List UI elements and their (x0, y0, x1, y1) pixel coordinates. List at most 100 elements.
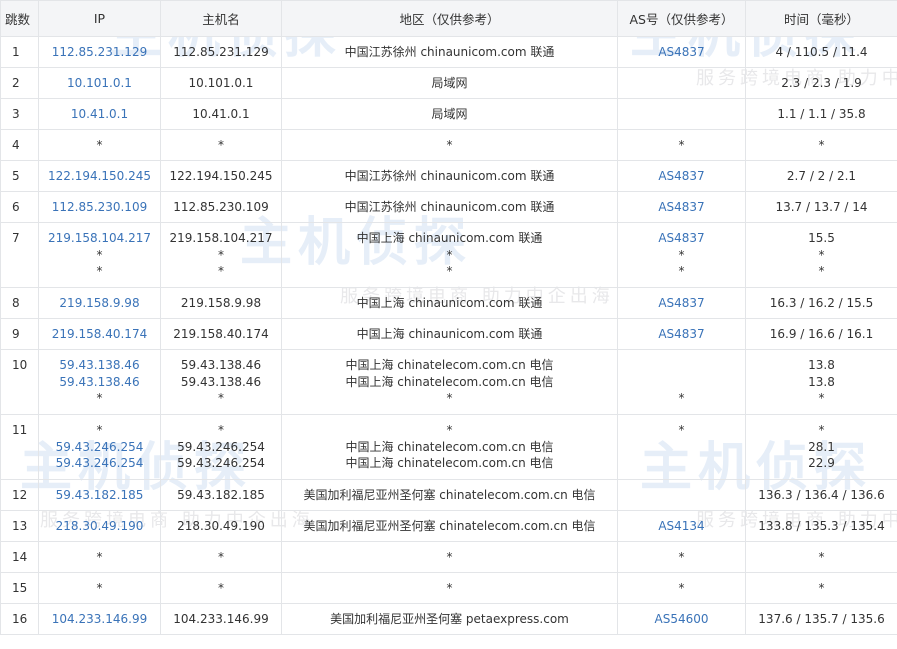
table-header: 跳数 IP 主机名 地区（仅供参考） AS号（仅供参考） 时间（毫秒） (0, 0, 897, 37)
time-value: 16.9 / 16.6 / 16.1 (769, 327, 874, 341)
traceroute-table: 跳数 IP 主机名 地区（仅供参考） AS号（仅供参考） 时间（毫秒） 1 112… (0, 0, 897, 635)
as-value[interactable]: AS4134 (618, 518, 745, 535)
region-value: 中国上海 chinatelecom.com.cn 电信 (345, 358, 554, 372)
ip-value: * (96, 423, 103, 437)
region-value: * (446, 247, 453, 262)
region-cell: 中国江苏徐州 chinaunicom.com 联通 (281, 36, 618, 68)
host-value: 59.43.246.254 (177, 439, 265, 454)
hop-number: 3 (12, 107, 20, 121)
as-value: * (678, 550, 685, 564)
host-value: * (218, 247, 224, 262)
as-cell: AS4134 (617, 510, 746, 542)
time-cell: 16.3 / 16.2 / 15.5 (745, 287, 897, 319)
ip-cell: 10.101.0.1 (38, 67, 161, 99)
region-cell: * (281, 541, 618, 573)
hop-cell: 10 (0, 349, 39, 415)
ip-cell: 59.43.138.46 59.43.138.46 * (38, 349, 161, 415)
time-value: 13.8 (808, 358, 835, 372)
ip-value[interactable]: 59.43.182.185 (39, 487, 160, 504)
time-cell: * (745, 572, 897, 604)
time-value: 2.3 / 2.3 / 1.9 (781, 76, 862, 90)
hop-cell: 2 (0, 67, 39, 99)
region-value: 美国加利福尼亚州圣何塞 chinatelecom.com.cn 电信 (303, 519, 596, 533)
ip-cell: 59.43.182.185 (38, 479, 161, 511)
as-value[interactable]: AS4837 (618, 199, 745, 216)
as-value[interactable]: AS4837 (618, 44, 745, 61)
ip-value[interactable]: 59.43.246.254 (39, 439, 160, 456)
as-value (618, 75, 745, 92)
hop-cell: 15 (0, 572, 39, 604)
ip-value[interactable]: 112.85.231.129 (39, 44, 160, 61)
region-cell: 中国上海 chinatelecom.com.cn 电信 中国上海 chinatel… (281, 349, 618, 415)
ip-value[interactable]: 59.43.138.46 (39, 374, 160, 391)
time-value: 28.1 (808, 439, 835, 454)
hop-number: 11 (12, 423, 28, 437)
as-value: * (678, 391, 685, 405)
as-cell: AS4837 (617, 287, 746, 319)
ip-cell: * (38, 541, 161, 573)
hop-cell: 7 (0, 222, 39, 288)
time-cell: * 28.1 22.9 (745, 414, 897, 480)
ip-cell: 112.85.231.129 (38, 36, 161, 68)
hop-number: 12 (12, 488, 28, 502)
ip-value[interactable]: 59.43.138.46 (39, 357, 160, 374)
hop-cell: 11 (0, 414, 39, 480)
ip-value[interactable]: 122.194.150.245 (39, 168, 160, 185)
ip-cell: 122.194.150.245 (38, 160, 161, 192)
ip-cell: * 59.43.246.254 59.43.246.254 (38, 414, 161, 480)
ip-value[interactable]: 219.158.9.98 (39, 295, 160, 312)
host-cell: * 59.43.246.254 59.43.246.254 (160, 414, 282, 480)
hop-number: 1 (12, 45, 20, 59)
as-cell: AS4837 (617, 160, 746, 192)
time-value: * (818, 423, 825, 437)
host-value: 104.233.146.99 (173, 612, 269, 626)
host-cell: 104.233.146.99 (160, 603, 282, 635)
hop-number: 6 (12, 200, 20, 214)
ip-value[interactable]: 10.101.0.1 (39, 75, 160, 92)
as-value[interactable]: AS4837 (618, 168, 745, 185)
host-value: * (218, 581, 224, 595)
host-value: 219.158.40.174 (173, 327, 269, 341)
ip-cell: 104.233.146.99 (38, 603, 161, 635)
as-value (618, 439, 745, 456)
time-cell: 136.3 / 136.4 / 136.6 (745, 479, 897, 511)
host-value: 59.43.246.254 (177, 456, 265, 470)
ip-value: * (96, 247, 103, 262)
as-value[interactable]: AS4837 (618, 295, 745, 312)
ip-value[interactable]: 59.43.246.254 (39, 455, 160, 472)
header-hop: 跳数 (0, 0, 39, 37)
hop-number: 4 (12, 138, 20, 152)
table-row: 3 10.41.0.1 10.41.0.1 局域网 1.1 / 1.1 / 35.8 (0, 98, 897, 130)
ip-value[interactable]: 104.233.146.99 (39, 611, 160, 628)
ip-value[interactable]: 112.85.230.109 (39, 199, 160, 216)
time-value: 2.7 / 2 / 2.1 (786, 169, 857, 183)
time-value: 13.7 / 13.7 / 14 (775, 200, 868, 214)
host-value: * (218, 138, 224, 152)
table-row: 2 10.101.0.1 10.101.0.1 局域网 2.3 / 2.3 / 1.9 (0, 67, 897, 99)
region-value: 中国上海 chinaunicom.com 联通 (356, 231, 543, 245)
time-cell: * (745, 129, 897, 161)
host-value: 122.194.150.245 (169, 169, 273, 183)
ip-cell: 10.41.0.1 (38, 98, 161, 130)
time-value: 137.6 / 135.7 / 135.6 (758, 612, 885, 626)
as-value[interactable]: AS4837 (618, 230, 745, 247)
region-cell: 局域网 (281, 67, 618, 99)
host-value: 219.158.9.98 (180, 296, 262, 310)
host-cell: 219.158.9.98 (160, 287, 282, 319)
region-value: 美国加利福尼亚州圣何塞 petaexpress.com (330, 612, 569, 626)
as-value[interactable]: AS4837 (618, 326, 745, 343)
time-cell: * (745, 541, 897, 573)
host-value: 112.85.231.129 (173, 45, 269, 59)
region-value: * (446, 550, 453, 564)
ip-value[interactable]: 219.158.40.174 (39, 326, 160, 343)
ip-value[interactable]: 219.158.104.217 (39, 230, 160, 247)
region-value: 中国江苏徐州 chinaunicom.com 联通 (344, 200, 555, 214)
time-cell: 15.5 * * (745, 222, 897, 288)
ip-cell: * (38, 572, 161, 604)
ip-value[interactable]: 10.41.0.1 (39, 106, 160, 123)
as-value[interactable]: AS54600 (618, 611, 745, 628)
ip-value[interactable]: 218.30.49.190 (39, 518, 160, 535)
time-cell: 2.3 / 2.3 / 1.9 (745, 67, 897, 99)
table-body: 1 112.85.231.129 112.85.231.129 中国江苏徐州 chin… (0, 36, 897, 635)
as-value: * (678, 581, 685, 595)
